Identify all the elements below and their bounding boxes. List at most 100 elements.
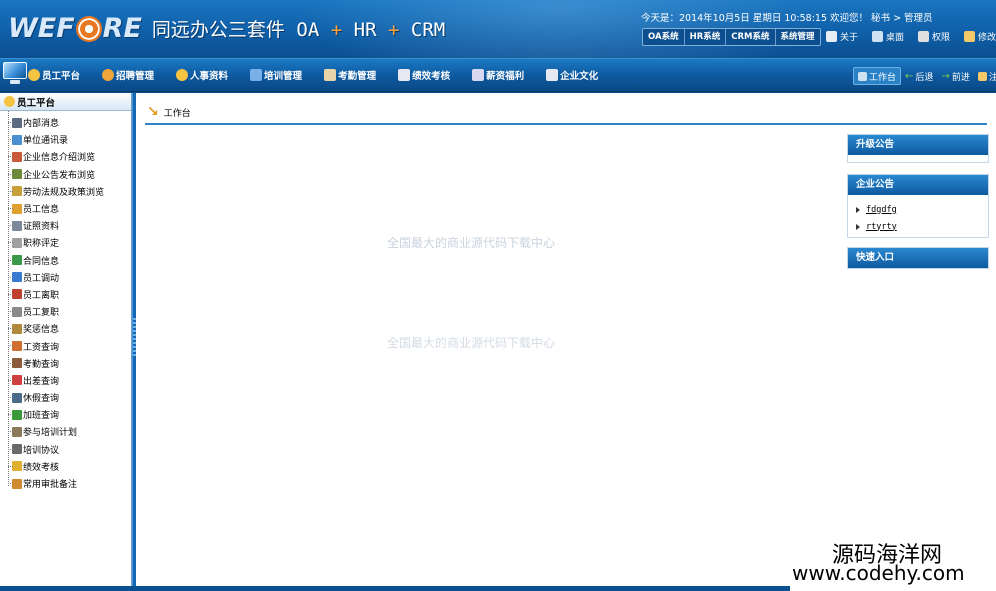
sidebar-item-company-info[interactable]: 企业信息介绍浏览 [0,148,131,165]
main-content: ↘ 工作台 全国最大的商业源代码下载中心 全国最大的商业源代码下载中心 升级公告… [136,93,996,586]
sidebar-item-resignations[interactable]: 员工离职 [0,286,131,303]
profile-icon [176,69,189,81]
sidebar-item-company-notices[interactable]: 企业公告发布浏览 [0,166,131,183]
sidebar-item-employee-info[interactable]: 员工信息 [0,200,131,217]
sidebar-item-attendance-query[interactable]: 考勤查询 [0,355,131,372]
sidebar-item-licenses[interactable]: 证照资料 [0,217,131,234]
approval-icon [12,478,22,489]
leave-icon [12,392,22,403]
sidebar-item-rehire[interactable]: 员工复职 [0,303,131,320]
about-label: 关于 [840,33,859,43]
plan-icon [12,426,22,437]
system-tabs: OA系统 HR系统 CRM系统 系统管理 [642,28,821,46]
sidebar: 员工平台 内部消息 单位通讯录 企业信息介绍浏览 企业公告发布浏览 劳动法规及政… [0,93,132,586]
sidebar-item-overtime-query[interactable]: 加班查询 [0,406,131,423]
site-watermark-url: www.codehy.com [792,561,965,585]
datetime-welcome: 今天是：2014年10月5日 星期日 10:58:15 欢迎您！ 秘书 > 管理… [641,13,933,24]
lock-icon [918,31,930,42]
trip-icon [12,375,22,386]
logout-button[interactable]: 注销 [974,67,996,85]
wage-icon [12,341,22,352]
recruit-icon [102,69,115,81]
nav-salary[interactable]: 薪资福利 [472,68,524,82]
breadcrumb-label: 工作台 [163,108,191,119]
attendance-query-icon [12,358,22,369]
bullet-triangle-icon [856,223,860,230]
sidebar-item-training-plan[interactable]: 参与培训计划 [0,423,131,440]
notice-link[interactable]: fdgdfg [856,201,980,218]
nav-culture[interactable]: 企业文化 [546,68,598,82]
sidebar-item-training-agreement[interactable]: 培训协议 [0,441,131,458]
sidebar-item-labor-law[interactable]: 劳动法规及政策浏览 [0,183,131,200]
permission-label: 权限 [932,33,951,43]
nav-recruitment[interactable]: 招聘管理 [102,68,154,82]
nav-training[interactable]: 培训管理 [250,68,302,82]
watermark-text: 全国最大的商业源代码下载中心 [387,236,556,250]
sidebar-item-rewards[interactable]: 奖惩信息 [0,320,131,337]
nav-attendance[interactable]: 考勤管理 [324,68,376,82]
law-icon [12,186,22,197]
sidebar-item-internal-messages[interactable]: 内部消息 [0,114,131,131]
logo: WEF RE 同远办公三套件 OA + HR + CRM [8,10,445,46]
app-header: WEF RE 同远办公三套件 OA + HR + CRM 今天是：2014年10月… [0,0,996,58]
permission-link[interactable]: 权限 [918,30,950,43]
main-nav: 员工平台 招聘管理 人事资料 培训管理 考勤管理 绩效考核 薪资福利 企业文化 [0,58,996,92]
logo-wordmark: WEF RE [8,12,142,44]
tab-oa-system[interactable]: OA系统 [643,29,685,45]
monitor-icon [3,62,27,84]
desktop-link[interactable]: 桌面 [872,30,904,43]
message-icon [12,117,22,128]
sidebar-item-wage-query[interactable]: 工资查询 [0,337,131,354]
sidebar-item-contracts[interactable]: 合同信息 [0,252,131,269]
forward-arrow-icon: → [941,70,950,82]
tab-system-admin[interactable]: 系统管理 [776,29,820,45]
rehire-icon [12,306,22,317]
nav-performance[interactable]: 绩效考核 [398,68,450,82]
pencil-icon [398,69,411,81]
workbench-button[interactable]: 工作台 [853,67,902,85]
sidebar-item-title-evaluation[interactable]: 职称评定 [0,234,131,251]
logo-target-icon [75,16,102,42]
notice-link[interactable]: rtyrty [856,218,980,235]
sidebar-item-leave-query[interactable]: 休假查询 [0,389,131,406]
tab-hr-system[interactable]: HR系统 [685,29,727,45]
overtime-icon [12,409,22,420]
corner-arrow-icon: ↘ [147,104,159,120]
tab-crm-system[interactable]: CRM系统 [726,29,776,45]
agreement-icon [12,444,22,455]
about-link[interactable]: 关于 [826,30,858,43]
nav-items: 员工平台 招聘管理 人事资料 培训管理 考勤管理 绩效考核 薪资福利 企业文化 [28,59,620,91]
back-button[interactable]: ← 后退 [901,67,937,85]
sidebar-item-transfers[interactable]: 员工调动 [0,269,131,286]
forward-button[interactable]: → 前进 [937,67,973,85]
sidebar-item-approval-notes[interactable]: 常用审批备注 [0,475,131,492]
panel-title: 快速入口 [848,248,988,268]
top-links: 关于 桌面 权限 修改密码 [826,30,996,43]
site-watermark: 源码海洋网 www.codehy.com [790,535,996,591]
sidebar-title[interactable]: 员工平台 [0,93,131,111]
people-icon [28,69,40,81]
desktop-icon [872,31,884,42]
bullet-triangle-icon [856,206,860,213]
user-icon [826,31,837,42]
nav-employee-platform[interactable]: 员工平台 [28,68,80,82]
panel-title: 升级公告 [848,135,988,155]
notice-icon [12,169,22,180]
license-icon [12,220,22,231]
change-password-link[interactable]: 修改密码 [964,30,996,43]
logout-icon [977,71,987,81]
breadcrumb: ↘ 工作台 [145,101,987,125]
title-icon [12,237,22,248]
reward-icon [12,323,22,334]
nav-personnel[interactable]: 人事资料 [176,68,228,82]
panel-upgrade-notice: 升级公告 [847,134,989,163]
attendance-icon [324,69,337,81]
sidebar-item-performance[interactable]: 绩效考核 [0,458,131,475]
sidebar-tree: 内部消息 单位通讯录 企业信息介绍浏览 企业公告发布浏览 劳动法规及政策浏览 员… [0,111,131,492]
panel-title: 企业公告 [848,175,988,195]
workbench-icon [858,71,867,81]
panel-body: fdgdfg rtyrty [848,195,988,237]
panel-quick-entry: 快速入口 [847,247,989,269]
sidebar-item-address-book[interactable]: 单位通讯录 [0,131,131,148]
sidebar-item-trip-query[interactable]: 出差查询 [0,372,131,389]
